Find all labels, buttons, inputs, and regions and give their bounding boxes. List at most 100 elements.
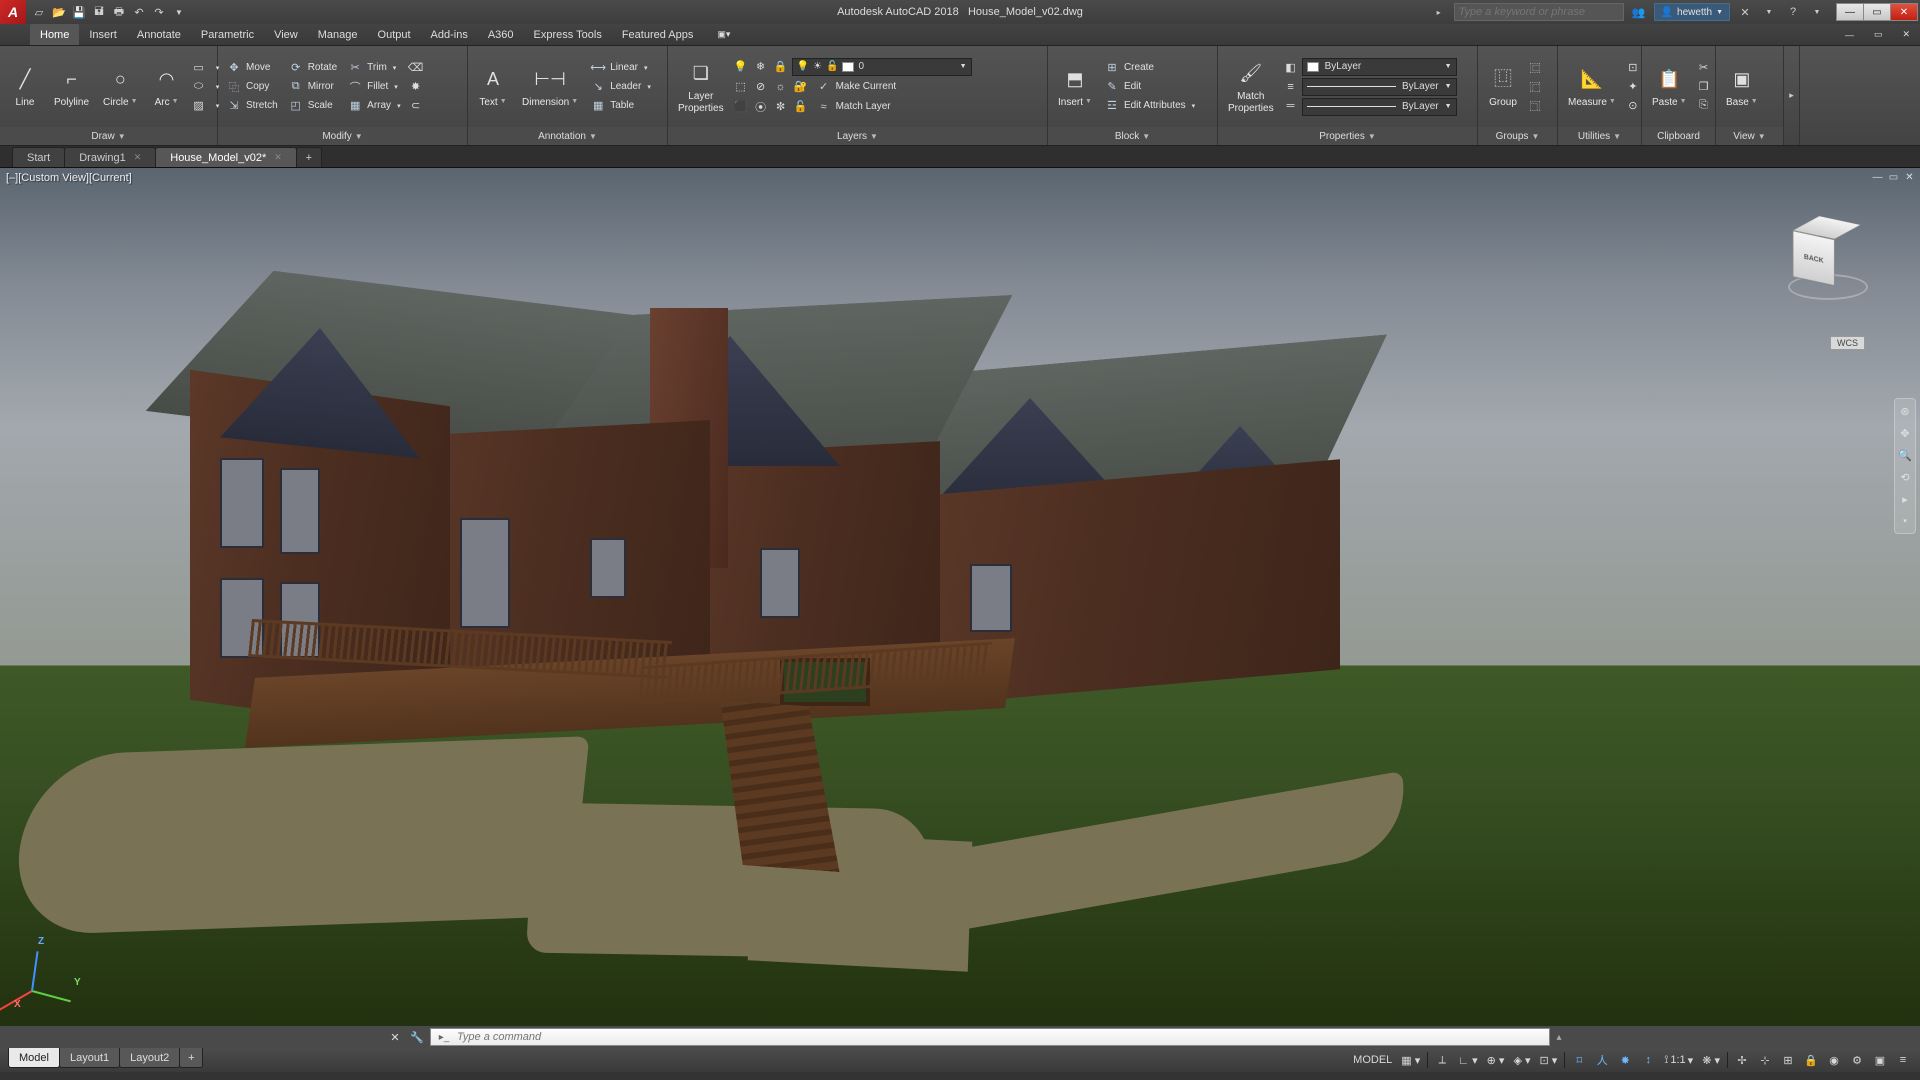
model-space-button[interactable]: MODEL [1349, 1050, 1396, 1070]
doc-close-icon[interactable]: ✕ [1892, 24, 1920, 45]
3dosnap-icon[interactable]: ⌑ [1568, 1050, 1590, 1070]
panel-layers-title[interactable]: Layers▼ [668, 127, 1047, 145]
redo-icon[interactable]: ↷ [150, 3, 168, 21]
hardware-accel-icon[interactable]: ⚙ [1846, 1050, 1868, 1070]
move-tool[interactable]: ✥Move [222, 59, 282, 77]
open-icon[interactable]: 📂 [50, 3, 68, 21]
cmd-wrench-icon[interactable]: 🔧 [408, 1028, 426, 1046]
tab-view[interactable]: View [264, 24, 308, 45]
create-block-tool[interactable]: ⊞Create [1100, 59, 1199, 77]
command-input[interactable] [457, 1031, 1543, 1043]
tab-express[interactable]: Express Tools [524, 24, 612, 45]
app-logo[interactable]: A [0, 0, 26, 24]
file-tab-start[interactable]: Start [12, 147, 65, 167]
anno-scale-button[interactable]: ⟟ 1:1 ▾ [1660, 1050, 1697, 1070]
vp-max-icon[interactable]: ▭ [1887, 171, 1900, 184]
layout-tab-1[interactable]: Layout1 [59, 1048, 120, 1068]
tab-annotate[interactable]: Annotate [127, 24, 191, 45]
help-drop-icon[interactable]: ▼ [1808, 3, 1826, 21]
match-layer-tool[interactable]: ≈Match Layer [812, 98, 895, 116]
user-account-button[interactable]: 👤 hewetth ▼ [1654, 3, 1730, 21]
infocenter-arrow-icon[interactable]: ▸ [1430, 3, 1448, 21]
exchange-icon[interactable]: ✕ [1736, 3, 1754, 21]
selection-filter-icon[interactable]: ✸ [1614, 1050, 1636, 1070]
ungroup-icon[interactable]: ⿷ [1526, 59, 1544, 77]
group-edit-icon[interactable]: ⿸ [1526, 78, 1544, 96]
save-icon[interactable]: 💾 [70, 3, 88, 21]
polar-icon[interactable]: ⊕ ▾ [1483, 1050, 1509, 1070]
layer-uniso-icon[interactable]: ⬛ [732, 98, 750, 116]
steering-wheel-icon[interactable]: ⊛ [1897, 403, 1913, 419]
vp-min-icon[interactable]: — [1871, 171, 1884, 184]
layer-freeze-icon[interactable]: ❄ [752, 58, 770, 76]
erase-icon[interactable]: ⌫ [407, 59, 425, 77]
point-icon[interactable]: ⊙ [1624, 97, 1642, 115]
viewcube-back-face[interactable]: BACK [1793, 230, 1835, 286]
tab-home[interactable]: Home [30, 24, 79, 45]
table-tool[interactable]: ▦Table [586, 97, 655, 115]
layout-tab-2[interactable]: Layout2 [119, 1048, 180, 1068]
arc-tool[interactable]: ◠Arc▼ [146, 63, 188, 111]
tab-insert[interactable]: Insert [79, 24, 127, 45]
command-input-box[interactable]: ▸_ [430, 1028, 1550, 1046]
workspace-icon[interactable]: ❋ ▾ [1698, 1050, 1724, 1070]
rotate-tool[interactable]: ⟳Rotate [284, 59, 341, 77]
insert-block-tool[interactable]: ⬒Insert▼ [1052, 63, 1098, 111]
cut-icon[interactable]: ✂ [1695, 59, 1713, 77]
lineweight-dropdown[interactable]: ByLayer▼ [1302, 98, 1457, 116]
layout-tab-model[interactable]: Model [8, 1048, 60, 1068]
panel-view-title[interactable]: View▼ [1716, 127, 1783, 145]
quick-calc-icon[interactable]: ✦ [1624, 78, 1642, 96]
stretch-tool[interactable]: ⇲Stretch [222, 97, 282, 115]
copy-clip-icon[interactable]: ❐ [1695, 78, 1713, 96]
undo-icon[interactable]: ↶ [130, 3, 148, 21]
viewcube[interactable]: BACK LEFT [1778, 218, 1878, 308]
panel-draw-title[interactable]: Draw▼ [0, 127, 217, 145]
showmotion-icon[interactable]: ▸ [1897, 491, 1913, 507]
ribbon-collapse[interactable]: ▸ [1784, 46, 1800, 145]
panel-annotation-title[interactable]: Annotation▼ [468, 127, 667, 145]
ortho-icon[interactable]: ∟ ▾ [1454, 1050, 1481, 1070]
layer-unlock-icon[interactable]: 🔓 [792, 98, 810, 116]
help-icon[interactable]: ? [1784, 3, 1802, 21]
circle-tool[interactable]: ○Circle▼ [97, 63, 144, 111]
ucs-icon[interactable]: Z Y X [18, 936, 88, 1006]
viewport[interactable]: [–][Custom View][Current] — ▭ ✕ BACK LEF… [0, 168, 1920, 1026]
edit-block-tool[interactable]: ✎Edit [1100, 78, 1199, 96]
layer-thaw-icon[interactable]: ☼ [772, 78, 790, 96]
layer-lock-icon[interactable]: 🔒 [772, 58, 790, 76]
prop-color-icon[interactable]: ◧ [1282, 59, 1300, 77]
panel-modify-title[interactable]: Modify▼ [218, 127, 467, 145]
make-current-tool[interactable]: ✓Make Current [812, 78, 901, 96]
tab-a360[interactable]: A360 [478, 24, 524, 45]
osnap-icon[interactable]: ⊡ ▾ [1535, 1050, 1561, 1070]
prop-line-icon[interactable]: ≡ [1282, 78, 1300, 96]
grid-icon[interactable]: ▦ ▾ [1397, 1050, 1424, 1070]
mirror-tool[interactable]: ⧉Mirror [284, 78, 341, 96]
edit-attr-tool[interactable]: ☲Edit Attributes▾ [1100, 97, 1199, 115]
new-tab-button[interactable]: + [296, 147, 322, 167]
wcs-badge[interactable]: WCS [1830, 336, 1865, 350]
file-tab-drawing1[interactable]: Drawing1✕ [64, 147, 156, 167]
layout-tab-new[interactable]: + [179, 1048, 203, 1068]
base-view-tool[interactable]: ▣Base▼ [1720, 63, 1764, 111]
linear-tool[interactable]: ⟷Linear▾ [586, 59, 655, 77]
polyline-tool[interactable]: ⌐Polyline [48, 63, 95, 111]
close-button[interactable]: ✕ [1890, 3, 1918, 21]
scale-tool[interactable]: ◰Scale [284, 97, 341, 115]
vp-close-icon[interactable]: ✕ [1903, 171, 1916, 184]
doc-min-icon[interactable]: — [1835, 24, 1864, 45]
tab-manage[interactable]: Manage [308, 24, 368, 45]
tab-parametric[interactable]: Parametric [191, 24, 264, 45]
group-tool[interactable]: ⿶Group [1482, 63, 1524, 111]
orbit-icon[interactable]: ⟲ [1897, 469, 1913, 485]
pan-icon[interactable]: ✥ [1897, 425, 1913, 441]
layer-iso-icon[interactable]: ⬚ [732, 78, 750, 96]
panel-block-title[interactable]: Block▼ [1048, 127, 1217, 145]
isolate-icon[interactable]: ◉ [1823, 1050, 1845, 1070]
measure-tool[interactable]: 📐Measure▼ [1562, 63, 1622, 111]
signin-icon[interactable]: 👥 [1630, 3, 1648, 21]
layer-off-icon[interactable]: ⊘ [752, 78, 770, 96]
text-tool[interactable]: AText▼ [472, 63, 514, 111]
exchange-drop-icon[interactable]: ▼ [1760, 3, 1778, 21]
